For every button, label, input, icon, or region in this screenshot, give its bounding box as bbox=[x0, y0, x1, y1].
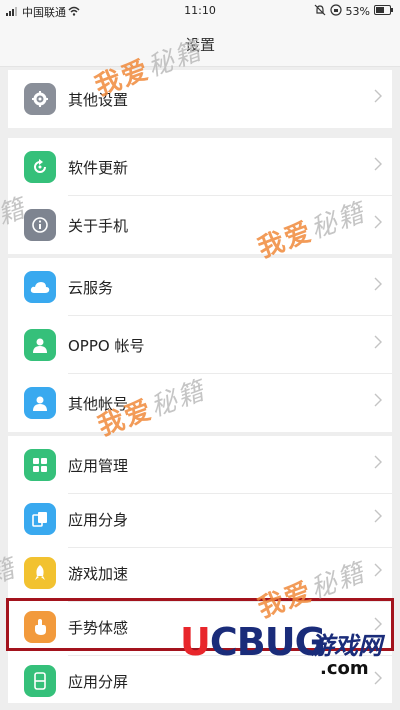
settings-row-label: 应用分屏 bbox=[68, 673, 129, 691]
settings-row-label: 应用分身 bbox=[68, 511, 129, 529]
refresh-icon bbox=[24, 151, 56, 183]
chevron-right-icon bbox=[374, 670, 382, 689]
battery-percent: 53% bbox=[345, 5, 370, 18]
grid-icon bbox=[24, 449, 56, 481]
chevron-right-icon bbox=[374, 214, 382, 233]
chevron-right-icon bbox=[374, 454, 382, 473]
rocket-icon bbox=[24, 557, 56, 589]
person-icon bbox=[24, 329, 56, 361]
settings-row-other-settings[interactable]: 其他设置 bbox=[8, 70, 392, 128]
settings-group-4: 应用管理 应用分身 游戏加速 手势体感 应用分屏 bbox=[8, 436, 392, 703]
status-bar: 中国联通 11:10 53% bbox=[0, 0, 400, 22]
settings-row-label: 软件更新 bbox=[68, 159, 129, 177]
settings-row-label: OPPO 帐号 bbox=[68, 337, 145, 355]
settings-group-1: 其他设置 bbox=[8, 70, 392, 128]
chevron-right-icon bbox=[374, 156, 382, 175]
settings-row-app-management[interactable]: 应用管理 bbox=[8, 436, 392, 494]
split-screen-icon bbox=[24, 665, 56, 697]
settings-row-label: 游戏加速 bbox=[68, 565, 129, 583]
settings-group-2: 软件更新 关于手机 bbox=[8, 138, 392, 254]
rotation-lock-icon bbox=[329, 4, 342, 19]
chevron-right-icon bbox=[374, 392, 382, 411]
settings-row-game-acceleration[interactable]: 游戏加速 bbox=[8, 544, 392, 602]
highlight-box bbox=[6, 598, 394, 651]
person-icon bbox=[24, 387, 56, 419]
settings-row-label: 云服务 bbox=[68, 279, 114, 297]
title-bar: 设置 bbox=[0, 22, 400, 67]
settings-row-label: 其他帐号 bbox=[68, 395, 129, 413]
cloud-icon bbox=[24, 271, 56, 303]
settings-row-label: 应用管理 bbox=[68, 457, 129, 475]
chevron-right-icon bbox=[374, 276, 382, 295]
clone-icon bbox=[24, 503, 56, 535]
settings-row-software-update[interactable]: 软件更新 bbox=[8, 138, 392, 196]
gear-icon bbox=[24, 83, 56, 115]
chevron-right-icon bbox=[374, 562, 382, 581]
chevron-right-icon bbox=[374, 508, 382, 527]
battery-icon bbox=[374, 5, 394, 18]
settings-row-about-phone[interactable]: 关于手机 bbox=[8, 196, 392, 254]
settings-group-3: 云服务 OPPO 帐号 其他帐号 bbox=[8, 258, 392, 432]
settings-row-oppo-account[interactable]: OPPO 帐号 bbox=[8, 316, 392, 374]
settings-row-label: 其他设置 bbox=[68, 91, 129, 109]
chevron-right-icon bbox=[374, 88, 382, 107]
info-icon bbox=[24, 209, 56, 241]
page-title: 设置 bbox=[184, 36, 215, 54]
settings-row-cloud-service[interactable]: 云服务 bbox=[8, 258, 392, 316]
chevron-right-icon bbox=[374, 334, 382, 353]
settings-row-label: 关于手机 bbox=[68, 217, 129, 235]
settings-row-other-accounts[interactable]: 其他帐号 bbox=[8, 374, 392, 432]
settings-row-split-screen[interactable]: 应用分屏 bbox=[8, 652, 392, 710]
settings-row-app-clone[interactable]: 应用分身 bbox=[8, 490, 392, 548]
mute-icon bbox=[314, 4, 326, 19]
